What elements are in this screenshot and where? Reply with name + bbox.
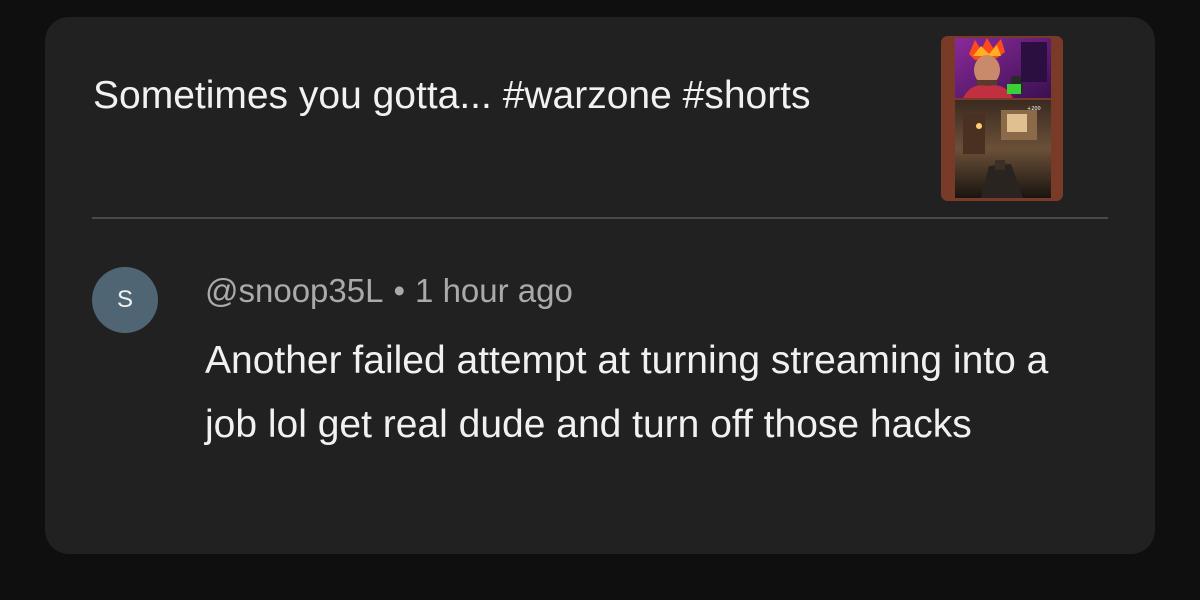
divider xyxy=(92,217,1108,219)
avatar[interactable]: S xyxy=(92,267,158,333)
svg-text:+200: +200 xyxy=(1027,106,1041,112)
video-thumbnail[interactable]: +200 xyxy=(941,36,1063,201)
comment-text: Another failed attempt at turning stream… xyxy=(205,339,1049,446)
thumbnail-image: +200 xyxy=(941,36,1063,201)
comment-author[interactable]: @snoop35L xyxy=(205,272,383,309)
comment-card: Sometimes you gotta... #warzone #shorts xyxy=(45,17,1155,554)
comment-meta: @snoop35L • 1 hour ago xyxy=(205,269,573,313)
avatar-initial: S xyxy=(116,286,133,313)
video-title[interactable]: Sometimes you gotta... #warzone #shorts xyxy=(93,69,853,123)
meta-separator: • xyxy=(393,272,406,309)
comment-time: 1 hour ago xyxy=(415,272,573,309)
